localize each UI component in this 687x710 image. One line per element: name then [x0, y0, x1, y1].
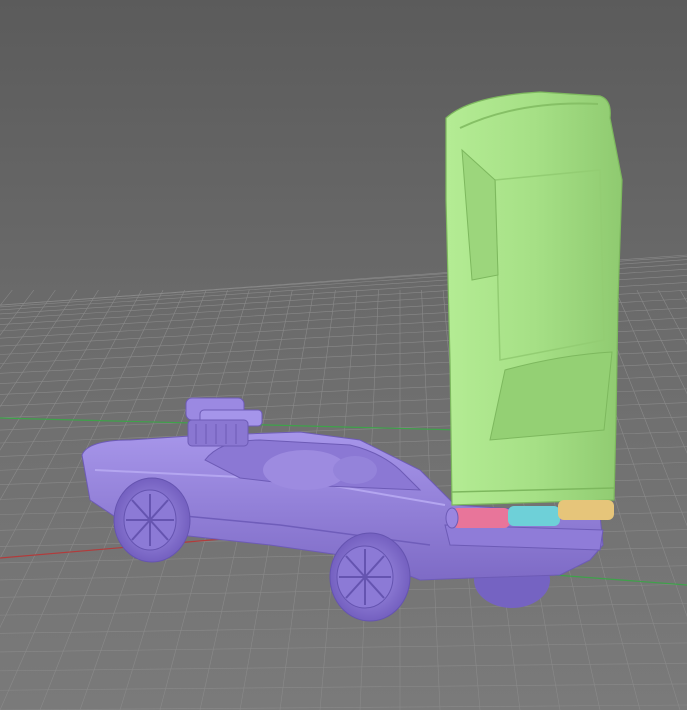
grid-line-vertical — [0, 289, 13, 307]
grid-line-horizontal — [0, 704, 687, 710]
grid-line-vertical — [679, 289, 687, 303]
hinge-end-cap — [445, 507, 459, 529]
grid-line-vertical — [0, 289, 78, 408]
roof-shell-body — [445, 91, 623, 506]
3d-viewport[interactable] — [0, 0, 687, 710]
y-axis-line-right — [554, 574, 687, 586]
grid-line-vertical — [658, 289, 687, 345]
front-wheel-spokes — [126, 494, 174, 546]
hinge-segment-1 — [452, 508, 510, 528]
car-roof-shell-model[interactable] — [445, 91, 623, 506]
rear-wheel-spokes — [339, 549, 391, 605]
grid-line-horizontal — [0, 622, 687, 634]
engine-block — [187, 419, 249, 447]
grid-line-vertical — [615, 289, 687, 454]
grid-line-horizontal — [0, 662, 687, 672]
seat-right — [333, 456, 377, 484]
hinge-segment-3 — [558, 500, 614, 520]
scene-canvas[interactable] — [0, 0, 687, 710]
hinge-segment-2 — [508, 506, 560, 526]
grid-line-horizontal — [0, 683, 687, 691]
